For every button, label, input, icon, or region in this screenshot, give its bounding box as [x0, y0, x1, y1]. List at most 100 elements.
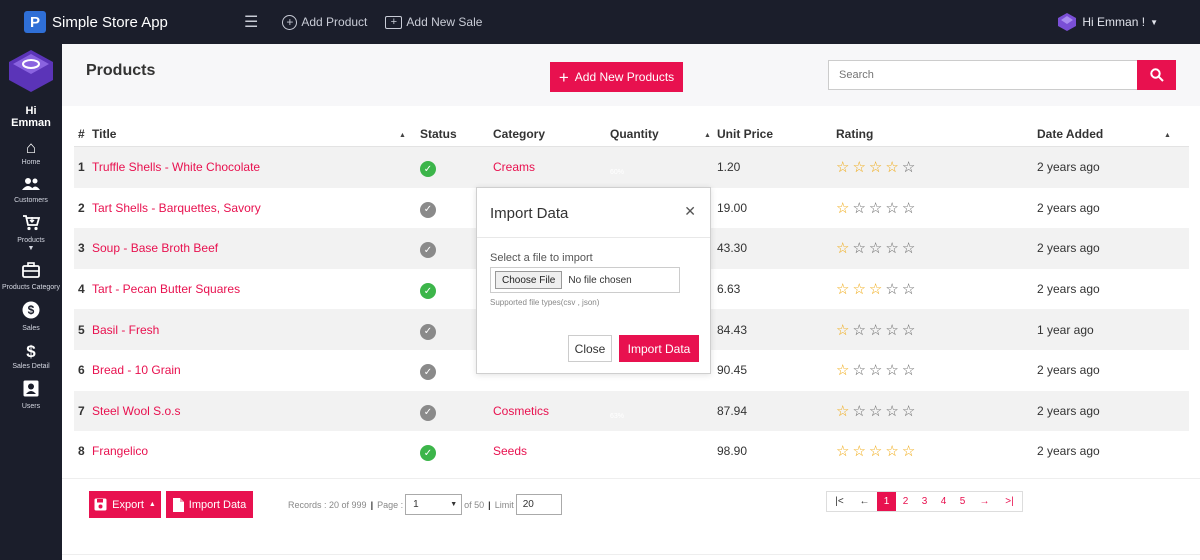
star-icon[interactable]: ☆ [869, 240, 885, 257]
header-title[interactable]: Title [88, 127, 414, 141]
product-title-link[interactable]: Tart - Pecan Butter Squares [88, 282, 414, 296]
star-icon[interactable]: ☆ [852, 159, 868, 176]
star-icon[interactable]: ☆ [902, 200, 918, 217]
star-icon[interactable]: ☆ [869, 281, 885, 298]
header-rating[interactable]: Rating [836, 127, 1037, 141]
header-quantity[interactable]: Quantity [610, 127, 717, 141]
close-button[interactable]: Close [568, 335, 612, 362]
header-category[interactable]: Category [493, 127, 610, 141]
category-link[interactable]: Cosmetics [493, 404, 610, 418]
star-icon[interactable]: ☆ [902, 443, 918, 460]
star-icon[interactable]: ☆ [836, 159, 852, 176]
product-title-link[interactable]: Bread - 10 Grain [88, 363, 414, 377]
star-icon[interactable]: ☆ [885, 240, 901, 257]
next-page-icon[interactable]: → [972, 492, 997, 511]
star-icon[interactable]: ☆ [902, 240, 918, 257]
close-icon[interactable]: ✕ [684, 203, 696, 220]
product-title-link[interactable]: Steel Wool S.o.s [88, 404, 414, 418]
star-icon[interactable]: ☆ [852, 240, 868, 257]
add-new-sale-label: Add New Sale [406, 15, 483, 29]
add-product-link[interactable]: + Add Product [282, 14, 367, 30]
sidebar-item-customers[interactable]: Customers [0, 176, 62, 205]
star-icon[interactable]: ☆ [885, 443, 901, 460]
star-icon[interactable]: ☆ [885, 159, 901, 176]
sort-asc-icon[interactable]: ▲ [704, 132, 711, 139]
hamburger-menu-icon[interactable]: ☰ [244, 12, 258, 32]
product-title-link[interactable]: Soup - Base Broth Beef [88, 241, 414, 255]
star-icon[interactable]: ☆ [836, 200, 852, 217]
import-data-submit-button[interactable]: Import Data [619, 335, 699, 362]
add-new-products-button[interactable]: + Add New Products [550, 62, 683, 92]
star-icon[interactable]: ☆ [869, 200, 885, 217]
star-icon[interactable]: ☆ [836, 403, 852, 420]
prev-page-icon[interactable]: ← [852, 492, 877, 511]
star-icon[interactable]: ☆ [869, 403, 885, 420]
sidebar-item-sales-detail[interactable]: $ Sales Detail [0, 342, 62, 371]
sidebar-item-sales[interactable]: $ Sales [0, 301, 62, 333]
star-icon[interactable]: ☆ [902, 403, 918, 420]
page-number-button[interactable]: 3 [915, 492, 934, 511]
page-number-button[interactable]: 2 [896, 492, 915, 511]
star-icon[interactable]: ☆ [836, 322, 852, 339]
import-data-button[interactable]: Import Data [166, 491, 253, 518]
file-input[interactable]: Choose File No file chosen [490, 267, 680, 293]
header-status[interactable]: Status [414, 127, 493, 141]
star-icon[interactable]: ☆ [836, 281, 852, 298]
star-icon[interactable]: ☆ [836, 443, 852, 460]
header-num[interactable]: # [74, 127, 88, 141]
product-title-link[interactable]: Basil - Fresh [88, 323, 414, 337]
star-icon[interactable]: ☆ [852, 200, 868, 217]
product-title-link[interactable]: Truffle Shells - White Chocolate [88, 160, 414, 174]
star-icon[interactable]: ☆ [852, 281, 868, 298]
star-icon[interactable]: ☆ [885, 200, 901, 217]
last-page-icon[interactable]: >| [997, 492, 1022, 511]
table-row[interactable]: 1 Truffle Shells - White Chocolate ✓ Creams… [74, 147, 1189, 188]
table-row[interactable]: 7 Steel Wool S.o.s ✓ Cosmetics 63% 87.94 ☆☆☆☆☆… [74, 390, 1189, 432]
sidebar-item-home[interactable]: ⌂ Home [0, 138, 62, 167]
brand[interactable]: P Simple Store App [24, 11, 214, 33]
sidebar-item-products[interactable]: Products ▼ [0, 214, 62, 253]
star-icon[interactable]: ☆ [869, 362, 885, 379]
star-icon[interactable]: ☆ [885, 281, 901, 298]
sort-asc-icon[interactable]: ▲ [399, 132, 406, 139]
page-number-button[interactable]: 5 [953, 492, 972, 511]
page-number-button[interactable]: 1 [877, 492, 896, 511]
sort-asc-icon[interactable]: ▲ [1164, 132, 1171, 139]
star-icon[interactable]: ☆ [902, 281, 918, 298]
star-icon[interactable]: ☆ [852, 443, 868, 460]
category-link[interactable]: Seeds [493, 444, 610, 458]
star-icon[interactable]: ☆ [902, 362, 918, 379]
star-icon[interactable]: ☆ [869, 159, 885, 176]
star-icon[interactable]: ☆ [852, 362, 868, 379]
star-icon[interactable]: ☆ [852, 403, 868, 420]
first-page-icon[interactable]: |< [827, 492, 852, 511]
star-icon[interactable]: ☆ [885, 403, 901, 420]
category-link[interactable]: Creams [493, 160, 610, 174]
star-icon[interactable]: ☆ [885, 362, 901, 379]
star-icon[interactable]: ☆ [885, 322, 901, 339]
header-unit-price[interactable]: Unit Price [717, 127, 836, 141]
search-input[interactable] [828, 60, 1138, 90]
sidebar-item-products-category[interactable]: Products Category [0, 262, 62, 292]
page-select[interactable]: 1 ▼ [405, 494, 463, 515]
choose-file-button[interactable]: Choose File [495, 271, 563, 289]
export-button[interactable]: Export ▲ [89, 491, 161, 518]
star-icon[interactable]: ☆ [836, 362, 852, 379]
star-icon[interactable]: ☆ [902, 159, 918, 176]
star-icon[interactable]: ☆ [902, 322, 918, 339]
star-icon[interactable]: ☆ [852, 322, 868, 339]
star-icon[interactable]: ☆ [869, 443, 885, 460]
sidebar-item-users[interactable]: Users [0, 380, 62, 411]
star-icon[interactable]: ☆ [836, 240, 852, 257]
header-date-added[interactable]: Date Added [1037, 127, 1167, 141]
add-new-sale-link[interactable]: + Add New Sale [385, 15, 482, 29]
search-button[interactable] [1137, 60, 1176, 90]
table-row[interactable]: 8 Frangelico ✓ Seeds 25% 98.90 ☆☆☆☆☆ 2 years ag… [74, 431, 1189, 472]
monitor-plus-icon: + [385, 15, 403, 29]
star-icon[interactable]: ☆ [869, 322, 885, 339]
product-title-link[interactable]: Frangelico [88, 444, 414, 458]
page-number-button[interactable]: 4 [934, 492, 953, 511]
limit-input[interactable] [515, 494, 562, 515]
user-menu[interactable]: Hi Emman ! ▼ [1057, 12, 1158, 32]
product-title-link[interactable]: Tart Shells - Barquettes, Savory [88, 201, 414, 215]
